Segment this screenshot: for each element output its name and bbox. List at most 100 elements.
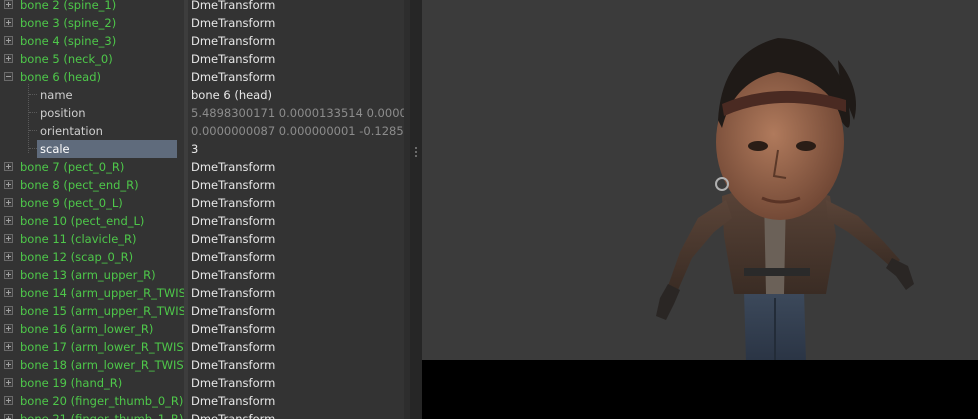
expand-plus-icon[interactable] xyxy=(4,54,13,63)
expand-plus-icon[interactable] xyxy=(4,0,13,9)
expand-plus-icon[interactable] xyxy=(4,342,13,351)
tree-name-cell: bone 5 (neck_0) xyxy=(0,50,184,68)
viewport-floor xyxy=(422,360,978,419)
tree-name-cell: bone 17 (arm_lower_R_TWIST) xyxy=(0,338,184,356)
tree-value-cell[interactable]: DmeTransform xyxy=(188,302,404,320)
tree-row[interactable]: bone 12 (scap_0_R) DmeTransform xyxy=(0,248,404,266)
tree-row[interactable]: bone 2 (spine_1) DmeTransform xyxy=(0,0,404,14)
tree-row[interactable]: bone 11 (clavicle_R) DmeTransform xyxy=(0,230,404,248)
tree-row[interactable]: position 5.4898300171 0.0000133514 0.000… xyxy=(0,104,404,122)
expand-plus-icon[interactable] xyxy=(4,360,13,369)
bone-label: bone 15 (arm_upper_R_TWIST1) xyxy=(20,304,184,318)
tree-value-cell[interactable]: DmeTransform xyxy=(188,248,404,266)
tree-name-cell: scale xyxy=(0,140,184,158)
expand-plus-icon[interactable] xyxy=(4,270,13,279)
expand-plus-icon[interactable] xyxy=(4,36,13,45)
panel-splitter[interactable] xyxy=(410,0,422,419)
tree-value-cell[interactable]: DmeTransform xyxy=(188,68,404,86)
tree-row[interactable]: bone 4 (spine_3) DmeTransform xyxy=(0,32,404,50)
expand-plus-icon[interactable] xyxy=(4,162,13,171)
collapse-minus-icon[interactable] xyxy=(4,72,13,81)
expand-plus-icon[interactable] xyxy=(4,396,13,405)
tree-row[interactable]: bone 18 (arm_lower_R_TWIST1) DmeTransfor… xyxy=(0,356,404,374)
tree-name-cell: orientation xyxy=(0,122,184,140)
expand-plus-icon[interactable] xyxy=(4,414,13,419)
expand-plus-icon[interactable] xyxy=(4,288,13,297)
bone-label: bone 3 (spine_2) xyxy=(20,16,117,30)
bone-label: bone 16 (arm_lower_R) xyxy=(20,322,154,336)
model-viewport[interactable] xyxy=(422,0,978,419)
expand-plus-icon[interactable] xyxy=(4,306,13,315)
tree-name-cell: name xyxy=(0,86,184,104)
tree-row[interactable]: bone 5 (neck_0) DmeTransform xyxy=(0,50,404,68)
tree-value-cell[interactable]: DmeTransform xyxy=(188,284,404,302)
tree-row[interactable]: scale 3 xyxy=(0,140,404,158)
tree-value-cell[interactable]: DmeTransform xyxy=(188,50,404,68)
tree-value-cell[interactable]: DmeTransform xyxy=(188,32,404,50)
tree-row[interactable]: bone 17 (arm_lower_R_TWIST) DmeTransform xyxy=(0,338,404,356)
bone-label: bone 18 (arm_lower_R_TWIST1) xyxy=(20,358,184,372)
tree-value-cell[interactable]: 3 xyxy=(188,140,404,158)
tree-row[interactable]: bone 14 (arm_upper_R_TWIST) DmeTransform xyxy=(0,284,404,302)
expand-plus-icon[interactable] xyxy=(4,378,13,387)
tree-name-cell: bone 7 (pect_0_R) xyxy=(0,158,184,176)
tree-row[interactable]: bone 9 (pect_0_L) DmeTransform xyxy=(0,194,404,212)
tree-row[interactable]: bone 3 (spine_2) DmeTransform xyxy=(0,14,404,32)
tree-row[interactable]: bone 19 (hand_R) DmeTransform xyxy=(0,374,404,392)
expand-plus-icon[interactable] xyxy=(4,198,13,207)
tree-row[interactable]: bone 8 (pect_end_R) DmeTransform xyxy=(0,176,404,194)
expand-plus-icon[interactable] xyxy=(4,18,13,27)
tree-row[interactable]: bone 13 (arm_upper_R) DmeTransform xyxy=(0,266,404,284)
bone-label: bone 17 (arm_lower_R_TWIST) xyxy=(20,340,184,354)
tree-value-cell[interactable]: DmeTransform xyxy=(188,374,404,392)
tree-row[interactable]: orientation 0.0000000087 0.000000001 -0.… xyxy=(0,122,404,140)
tree-name-cell: bone 15 (arm_upper_R_TWIST1) xyxy=(0,302,184,320)
tree-value-cell[interactable]: DmeTransform xyxy=(188,266,404,284)
tree-row[interactable]: bone 20 (finger_thumb_0_R) DmeTransform xyxy=(0,392,404,410)
tree-name-cell: bone 10 (pect_end_L) xyxy=(0,212,184,230)
expand-plus-icon[interactable] xyxy=(4,216,13,225)
tree-row[interactable]: bone 6 (head) DmeTransform xyxy=(0,68,404,86)
character-model-render xyxy=(656,38,914,362)
expand-plus-icon[interactable] xyxy=(4,234,13,243)
tree-value-cell[interactable]: DmeTransform xyxy=(188,212,404,230)
tree-row[interactable]: bone 16 (arm_lower_R) DmeTransform xyxy=(0,320,404,338)
tree-value-cell[interactable]: DmeTransform xyxy=(188,176,404,194)
bone-label: bone 14 (arm_upper_R_TWIST) xyxy=(20,286,184,300)
tree-name-cell: bone 6 (head) xyxy=(0,68,184,86)
bone-label: bone 4 (spine_3) xyxy=(20,34,117,48)
bone-label: bone 2 (spine_1) xyxy=(20,0,117,12)
tree-row[interactable]: bone 21 (finger_thumb_1_R) DmeTransform xyxy=(0,410,404,419)
expand-plus-icon[interactable] xyxy=(4,180,13,189)
bone-label: bone 12 (scap_0_R) xyxy=(20,250,134,264)
expand-plus-icon[interactable] xyxy=(4,252,13,261)
tree-name-cell: bone 4 (spine_3) xyxy=(0,32,184,50)
bone-label: bone 8 (pect_end_R) xyxy=(20,178,139,192)
tree-value-cell[interactable]: DmeTransform xyxy=(188,14,404,32)
expand-plus-icon[interactable] xyxy=(4,324,13,333)
tree-row[interactable]: name bone 6 (head) xyxy=(0,86,404,104)
tree-value-cell[interactable]: DmeTransform xyxy=(188,410,404,419)
property-label: name xyxy=(40,88,73,102)
tree-row[interactable]: bone 7 (pect_0_R) DmeTransform xyxy=(0,158,404,176)
property-label: orientation xyxy=(40,124,103,138)
tree-value-cell[interactable]: DmeTransform xyxy=(188,392,404,410)
tree-value-cell[interactable]: DmeTransform xyxy=(188,356,404,374)
tree-value-cell[interactable]: DmeTransform xyxy=(188,0,404,14)
element-tree-panel: bone 2 (spine_1) DmeTransform bone 3 (sp… xyxy=(0,0,410,419)
bone-label: bone 10 (pect_end_L) xyxy=(20,214,145,228)
tree-value-cell[interactable]: DmeTransform xyxy=(188,230,404,248)
tree-row[interactable]: bone 10 (pect_end_L) DmeTransform xyxy=(0,212,404,230)
bone-label: bone 13 (arm_upper_R) xyxy=(20,268,156,282)
tree-value-cell[interactable]: bone 6 (head) xyxy=(188,86,404,104)
tree-value-cell[interactable]: DmeTransform xyxy=(188,320,404,338)
tree-value-cell[interactable]: DmeTransform xyxy=(188,194,404,212)
bone-label: bone 9 (pect_0_L) xyxy=(20,196,123,210)
tree-row[interactable]: bone 15 (arm_upper_R_TWIST1) DmeTransfor… xyxy=(0,302,404,320)
tree-name-cell: bone 8 (pect_end_R) xyxy=(0,176,184,194)
tree-value-cell[interactable]: DmeTransform xyxy=(188,158,404,176)
tree-value-cell[interactable]: 0.0000000087 0.000000001 -0.1285992 xyxy=(188,122,404,140)
tree-value-cell[interactable]: DmeTransform xyxy=(188,338,404,356)
tree-name-cell: bone 9 (pect_0_L) xyxy=(0,194,184,212)
tree-value-cell[interactable]: 5.4898300171 0.0000133514 0.0000083 xyxy=(188,104,404,122)
